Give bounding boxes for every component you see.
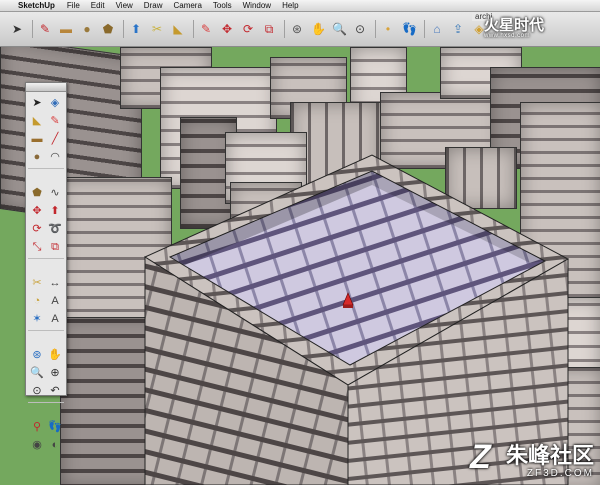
tape-icon[interactable]: ✂ [150, 22, 164, 36]
brand-title: 火星时代 [484, 17, 545, 34]
push-pull-icon[interactable]: ⬆ [47, 203, 63, 219]
component-icon[interactable]: ◈ [472, 22, 486, 36]
palette-separator [28, 168, 64, 173]
polygon-icon[interactable]: ⬟ [29, 185, 45, 201]
text-icon[interactable]: A [47, 293, 63, 309]
palette-separator [28, 258, 64, 263]
3d-text-icon[interactable]: A [47, 311, 63, 327]
zoom-extents-icon[interactable]: ⊙ [29, 383, 45, 399]
toolbar-separator [284, 20, 285, 38]
toolbar-separator [32, 20, 33, 38]
pan-icon[interactable]: ✋ [311, 22, 326, 36]
toolbar-separator [424, 20, 425, 38]
toolbar-separator [193, 20, 194, 38]
line-icon[interactable]: ╱ [47, 131, 63, 147]
zoom-window-icon[interactable]: ⊕ [47, 365, 63, 381]
toolbar-separator [123, 20, 124, 38]
paint-bucket-icon[interactable]: ◣ [29, 113, 45, 129]
rotate-icon[interactable]: ⟳ [241, 22, 255, 36]
watermark-logo: Z [469, 438, 491, 476]
pan-icon[interactable]: ✋ [47, 347, 63, 363]
menu-edit[interactable]: Edit [91, 1, 105, 10]
share-icon[interactable]: ⇪ [451, 22, 465, 36]
app-menu[interactable]: SketchUp [18, 1, 55, 10]
palette-separator [28, 330, 64, 335]
offset-icon[interactable]: ⧉ [47, 239, 63, 255]
look-around-icon[interactable]: ◉ [29, 437, 45, 453]
push-pull-icon[interactable]: ⬆ [129, 22, 143, 36]
orbit-icon[interactable]: ⊛ [290, 22, 304, 36]
dimension-icon[interactable]: ↔ [47, 275, 63, 291]
orbit-icon[interactable]: ⊛ [29, 347, 45, 363]
pool-structure [143, 154, 570, 485]
zoom-extents-icon[interactable]: ⊙ [353, 22, 367, 36]
menu-file[interactable]: File [67, 1, 80, 10]
circle-icon[interactable]: ● [29, 149, 45, 165]
rectangle-icon[interactable]: ▬ [29, 131, 45, 147]
palette-titlebar[interactable] [26, 83, 66, 92]
select-icon[interactable]: ➤ [29, 95, 45, 111]
rectangle-icon[interactable]: ▬ [59, 22, 73, 36]
polygon-icon[interactable]: ⬟ [101, 22, 115, 36]
menu-draw[interactable]: Draw [144, 1, 163, 10]
palette-separator [28, 402, 64, 407]
select-icon[interactable]: ➤ [10, 22, 24, 36]
walk-icon[interactable]: 👣 [47, 419, 63, 435]
eraser-icon[interactable]: ✎ [199, 22, 213, 36]
menu-bar: SketchUp File Edit View Draw Camera Tool… [0, 0, 600, 12]
rotate-icon[interactable]: ⟳ [29, 221, 45, 237]
move-icon[interactable]: ✥ [220, 22, 234, 36]
follow-me-icon[interactable]: ➰ [47, 221, 63, 237]
menu-help[interactable]: Help [282, 1, 298, 10]
menu-camera[interactable]: Camera [173, 1, 201, 10]
tape-icon[interactable]: ✂ [29, 275, 45, 291]
section-plane-icon[interactable]: ◐ [47, 437, 63, 453]
toolbar-separator [375, 20, 376, 38]
position-camera-icon[interactable]: ⚲ [29, 419, 45, 435]
eraser-icon[interactable]: ✎ [47, 113, 63, 129]
protractor-icon[interactable]: ◔ [29, 293, 45, 309]
zoom-icon[interactable]: 🔍 [29, 365, 45, 381]
previous-icon[interactable]: ↶ [47, 383, 63, 399]
arc-icon[interactable]: ◠ [47, 149, 63, 165]
model-viewport[interactable] [0, 47, 600, 485]
menu-tools[interactable]: Tools [213, 1, 232, 10]
paint-bucket-icon[interactable]: ◣ [171, 22, 185, 36]
warehouse-icon[interactable]: ⌂ [430, 22, 444, 36]
walk-icon[interactable]: 👣 [402, 22, 417, 36]
large-tool-set-palette[interactable]: ➤ ◈ ◣ ✎ ▬ ╱ ● ◠ ⬟ ∿ ✥ ⬆ ⟳ ➰ ⤡ ⧉ ✂ ↔ ◔ A ✶ A ⊛ ✋ 🔍 ⊕ ⊙ ↶ ⚲ 👣 ◉ ◐ [25, 82, 67, 450]
component-icon[interactable]: ◈ [47, 95, 63, 111]
section-icon[interactable]: • [381, 22, 395, 36]
circle-icon[interactable]: ● [80, 22, 94, 36]
offset-icon[interactable]: ⧉ [262, 22, 276, 36]
main-toolbar: archi 火星时代 www.hxsd.com ➤ ✎ ▬ ● ⬟ ⬆ ✂ ◣ ✎ ✥ ⟳ ⧉ ⊛ ✋ 🔍 ⊙… [0, 12, 600, 47]
brand-logo: 火星时代 www.hxsd.com [484, 14, 594, 44]
move-icon[interactable]: ✥ [29, 203, 45, 219]
menu-window[interactable]: Window [243, 1, 271, 10]
scale-icon[interactable]: ⤡ [29, 239, 45, 255]
menu-view[interactable]: View [116, 1, 133, 10]
watermark: Z 朱峰社区 ZF3D.COM [470, 438, 594, 479]
zoom-icon[interactable]: 🔍 [332, 22, 347, 36]
axes-icon[interactable]: ✶ [29, 311, 45, 327]
pencil-icon[interactable]: ✎ [38, 22, 52, 36]
palette-tools: ➤ ◈ ◣ ✎ ▬ ╱ ● ◠ ⬟ ∿ ✥ ⬆ ⟳ ➰ ⤡ ⧉ ✂ ↔ ◔ A ✶ A ⊛ ✋ 🔍 ⊕ ⊙ ↶ ⚲ 👣 ◉ ◐ [26, 92, 66, 456]
watermark-cn: 朱峰社区 [505, 444, 594, 469]
freehand-icon[interactable]: ∿ [47, 185, 63, 201]
